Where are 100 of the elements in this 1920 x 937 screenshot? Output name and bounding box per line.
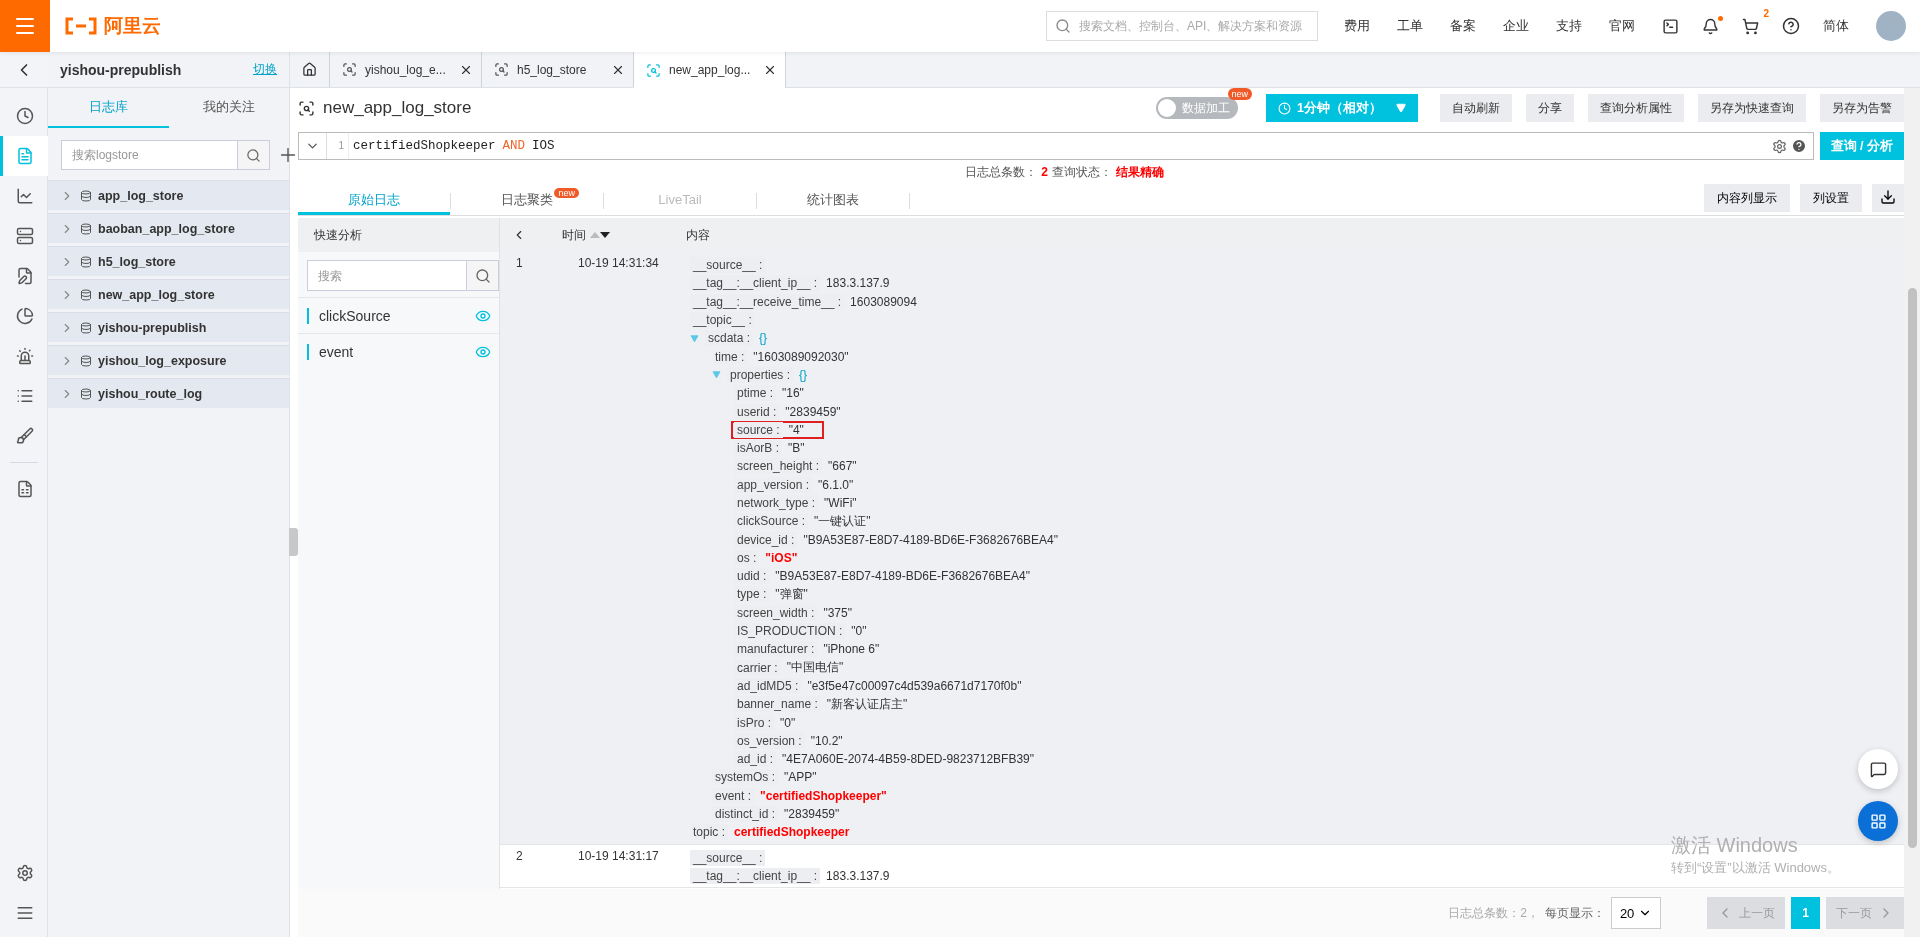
view-tab[interactable]: 日志聚类 new <box>451 187 603 215</box>
field-value: certifiedShopkeeper <box>734 825 850 840</box>
field-value: "APP" <box>784 770 817 785</box>
house-icon[interactable] <box>302 62 317 77</box>
server-icon[interactable] <box>16 227 34 245</box>
edit-document-icon[interactable] <box>16 267 34 285</box>
alarm-icon[interactable] <box>16 347 34 365</box>
query-term: IOS <box>532 139 555 153</box>
field-value: "4E7A060E-2074-4B59-8DED-9823712BFB39" <box>782 752 1035 767</box>
search-icon[interactable] <box>474 267 491 284</box>
line-chart-icon[interactable] <box>16 187 34 205</box>
field-value: "弹窗" <box>775 586 808 603</box>
row-number: 1 <box>515 256 524 272</box>
logstore-item[interactable]: yishou-prepublish <box>48 312 289 342</box>
menu-button[interactable] <box>0 0 50 52</box>
field-value: "667" <box>828 459 857 474</box>
field-search[interactable]: 搜索 <box>307 260 467 291</box>
database-icon <box>80 387 92 400</box>
download-button[interactable] <box>1872 184 1904 212</box>
logstore-item[interactable]: new_app_log_store <box>48 279 289 309</box>
pie-chart-icon[interactable] <box>16 307 34 325</box>
lines-icon[interactable] <box>16 904 34 922</box>
panel-tab[interactable]: 我的关注 <box>168 88 289 128</box>
field-value: "iOS" <box>765 550 798 565</box>
field-value: "B9A53E87-E8D7-4189-BD6E-F3682676BEA4" <box>775 569 1031 584</box>
column-header: 内容 <box>686 226 711 244</box>
terminal-icon[interactable] <box>1662 17 1679 35</box>
field-key: source : <box>734 421 783 438</box>
list-icon[interactable] <box>16 387 34 405</box>
report-icon[interactable] <box>16 480 34 498</box>
status-label: 日志总条数： <box>965 163 1038 181</box>
view-button[interactable]: 内容列显示 <box>1704 184 1790 212</box>
nav-link[interactable]: 官网 <box>1609 17 1635 35</box>
nav-link[interactable]: 支持 <box>1556 17 1582 35</box>
field-value: "0" <box>851 624 867 639</box>
search-icon <box>1055 18 1071 34</box>
query-icon <box>342 62 357 77</box>
database-icon <box>80 321 92 334</box>
field-value: 183.3.137.9 <box>826 276 890 291</box>
brush-icon[interactable] <box>16 427 34 445</box>
row-number: 2 <box>515 848 524 865</box>
nav-link[interactable]: 工单 <box>1397 17 1423 35</box>
field-value: "B9A53E87-E8D7-4189-BD6E-F3682676BEA4" <box>803 532 1059 547</box>
grid-icon[interactable] <box>1869 812 1887 830</box>
field-value: "iPhone 6" <box>823 642 880 657</box>
database-icon <box>80 354 92 367</box>
logstore-item[interactable]: yishou_log_exposure <box>48 345 289 375</box>
field-value: "4" <box>788 422 804 437</box>
project-name: yishou-prepublish <box>60 61 183 78</box>
sort-icon <box>590 231 610 239</box>
caret-icon <box>1396 103 1406 113</box>
settings-icon[interactable] <box>1771 138 1787 154</box>
scrollbar[interactable] <box>1904 88 1920 937</box>
logstore-title: new_app_log_store <box>323 98 473 118</box>
field-value: "e3f5e47c00097c4d539a6671d7170f0b" <box>807 678 1022 693</box>
toolbar-button[interactable]: 查询分析属性 <box>1588 94 1684 122</box>
view-tab[interactable]: 统计图表 <box>757 187 909 215</box>
line-number: 1 <box>327 133 349 159</box>
field-value: "2839459" <box>784 807 840 822</box>
quick-field[interactable]: clickSource <box>298 297 499 333</box>
activation-subtitle: 转到“设置”以激活 Windows。 <box>1671 859 1840 877</box>
search-field[interactable]: 搜索文档、控制台、API、解决方案和资源 <box>1046 11 1318 41</box>
logstore-item[interactable]: app_log_store <box>48 180 289 210</box>
help-icon[interactable] <box>1782 17 1800 35</box>
log-time: 10-19 14:31:34 <box>577 256 660 272</box>
query-term: certifiedShopkeeper <box>353 139 496 153</box>
toolbar-button[interactable]: 另存为快速查询 <box>1698 94 1806 122</box>
page-tab[interactable]: new_app_log... <box>634 52 786 88</box>
query-icon <box>494 62 509 77</box>
logstore-item[interactable]: h5_log_store <box>48 246 289 276</box>
toolbar-button[interactable]: 自动刷新 <box>1440 94 1512 122</box>
logstore-item[interactable]: baoban_app_log_store <box>48 213 289 243</box>
search-button[interactable] <box>238 140 270 170</box>
clock-icon[interactable] <box>16 107 34 125</box>
toolbar-button[interactable]: 分享 <box>1526 94 1574 122</box>
log-count: 2 <box>1041 165 1048 179</box>
logstore-search-field[interactable]: 搜索logstore <box>61 140 238 170</box>
nav-link[interactable]: 费用 <box>1344 17 1370 35</box>
nav-link[interactable]: 企业 <box>1503 17 1529 35</box>
collapse-handle[interactable] <box>289 528 298 556</box>
query-editor[interactable]: 1 certifiedShopkeeper AND IOS <box>298 132 1814 160</box>
search-button[interactable] <box>467 260 499 291</box>
settings-icon[interactable] <box>16 864 34 882</box>
language-link[interactable]: 简体 <box>1823 17 1849 35</box>
download-icon[interactable] <box>1880 188 1896 205</box>
new-badge: new <box>554 188 579 198</box>
column-header[interactable]: 时间 <box>562 226 686 244</box>
view-button[interactable]: 列设置 <box>1800 184 1862 212</box>
toolbar-button[interactable]: 另存为告警 <box>1820 94 1904 122</box>
database-icon <box>80 255 92 268</box>
search-icon[interactable] <box>246 147 261 163</box>
page-size-select[interactable]: 20 <box>1611 897 1661 929</box>
logstore-item[interactable]: yishou_route_log <box>48 378 289 408</box>
chat-icon[interactable] <box>1869 760 1887 778</box>
field-value: 1603089094 <box>850 294 917 309</box>
quick-field[interactable]: event <box>298 333 499 369</box>
query-status: 结果精确 <box>1116 163 1164 181</box>
query-icon <box>298 99 315 117</box>
nav-link[interactable]: 备案 <box>1450 17 1476 35</box>
field-value: "2839459" <box>785 404 841 419</box>
